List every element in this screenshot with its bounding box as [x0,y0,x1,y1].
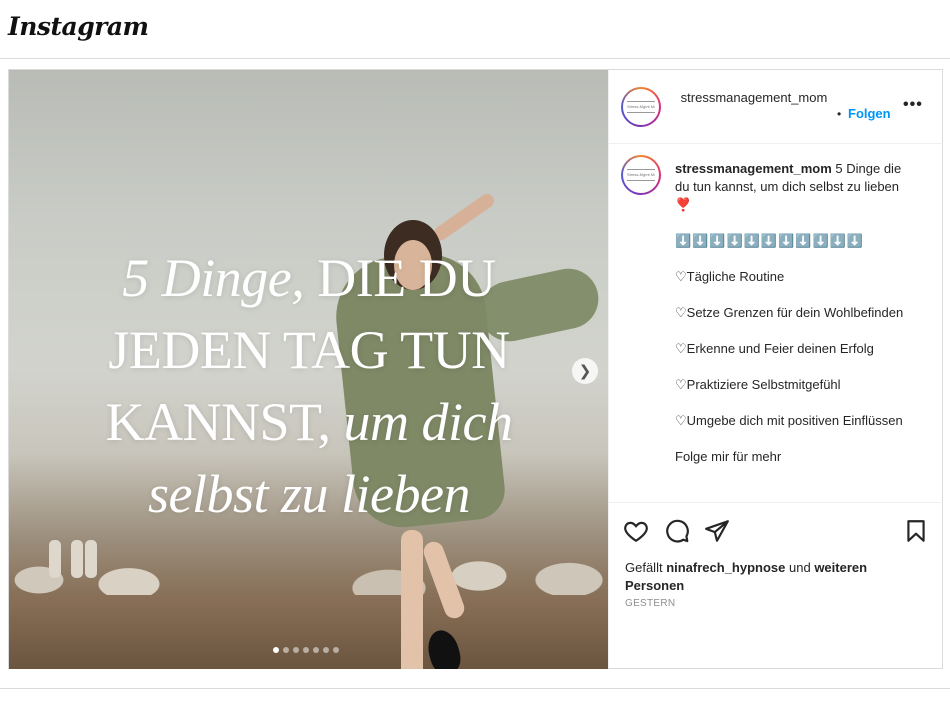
post-date[interactable]: GESTERN [625,598,675,609]
carousel-dot [293,647,299,653]
post-media[interactable]: 5 Dinge, DIE DU JEDEN TAG TUN KANNST, um… [9,70,608,669]
caption-item: ♡Tägliche Routine [675,269,785,284]
avatar-logo: Stress-Mgmt Mom [627,101,655,113]
follow-button[interactable]: Folgen [848,106,891,121]
caption-arrows: ⬇️⬇️⬇️⬇️⬇️⬇️⬇️⬇️⬇️⬇️⬇️ [675,233,865,248]
carousel-dot [283,647,289,653]
woman-leg [401,530,423,669]
post-modal: 5 Dinge, DIE DU JEDEN TAG TUN KANNST, um… [8,69,943,669]
caption-area[interactable]: Stress-Mgmt Mom stressmanagement_mom 5 D… [609,145,943,501]
carousel-indicator [273,647,339,653]
raised-arm [431,191,497,243]
avatar-logo: Stress-Mgmt Mom [627,169,655,181]
caption-item: Folge mir für mehr [675,449,782,464]
post-image-text: 5 Dinge, DIE DU JEDEN TAG TUN KANNST, um… [49,242,569,530]
post-header: Stress-Mgmt Mom stressmanagement_mom • F… [609,70,943,144]
next-slide-button[interactable]: ❯ [572,358,598,384]
bystander-figure [49,540,61,578]
carousel-dot [273,647,279,653]
carousel-dot [333,647,339,653]
overlay-line-2: JEDEN TAG TUN [108,320,510,380]
caption-item: ♡Erkenne und Feier deinen Erfolg [675,341,874,356]
instagram-logo[interactable]: Instagram [8,12,149,41]
caption-username[interactable]: stressmanagement_mom [675,161,832,176]
author-username[interactable]: stressmanagement_mom [679,89,829,107]
carousel-dot [303,647,309,653]
more-options-icon[interactable]: ••• [903,96,923,114]
liker-username[interactable]: ninafrech_hypnose [666,560,785,575]
overlay-line-1: 5 Dinge, DIE DU [122,248,496,308]
post-actions: Gefällt ninafrech_hypnose und weiteren P… [609,502,943,668]
overlay-line-4: selbst zu lieben [148,464,470,524]
chevron-right-icon: ❯ [578,363,592,380]
caption-item: ♡Praktiziere Selbstmitgefühl [675,377,841,392]
paper-plane-icon[interactable] [704,518,730,544]
background-ground [9,595,608,669]
caption-item: ♡Umgebe dich mit positiven Einflüssen [675,413,903,428]
carousel-dot [313,647,319,653]
likes-summary[interactable]: Gefällt ninafrech_hypnose und weiteren P… [625,559,925,595]
overlay-line-3: KANNST, um dich [105,392,513,452]
comment-icon[interactable] [664,518,690,544]
separator-dot: • [837,107,842,121]
heart-icon[interactable] [623,518,649,544]
bookmark-icon[interactable] [903,518,929,544]
caption-item: ♡Setze Grenzen für dein Wohlbefinden [675,305,904,320]
avatar[interactable]: Stress-Mgmt Mom [621,155,661,195]
top-bar: Instagram [0,0,950,59]
avatar[interactable]: Stress-Mgmt Mom [621,87,661,127]
post-side-panel: Stress-Mgmt Mom stressmanagement_mom • F… [608,70,943,668]
bystander-figure [85,540,97,578]
caption-text: stressmanagement_mom 5 Dinge die du tun … [675,160,915,484]
divider [0,688,950,689]
carousel-dot [323,647,329,653]
bystander-figure [71,540,83,578]
